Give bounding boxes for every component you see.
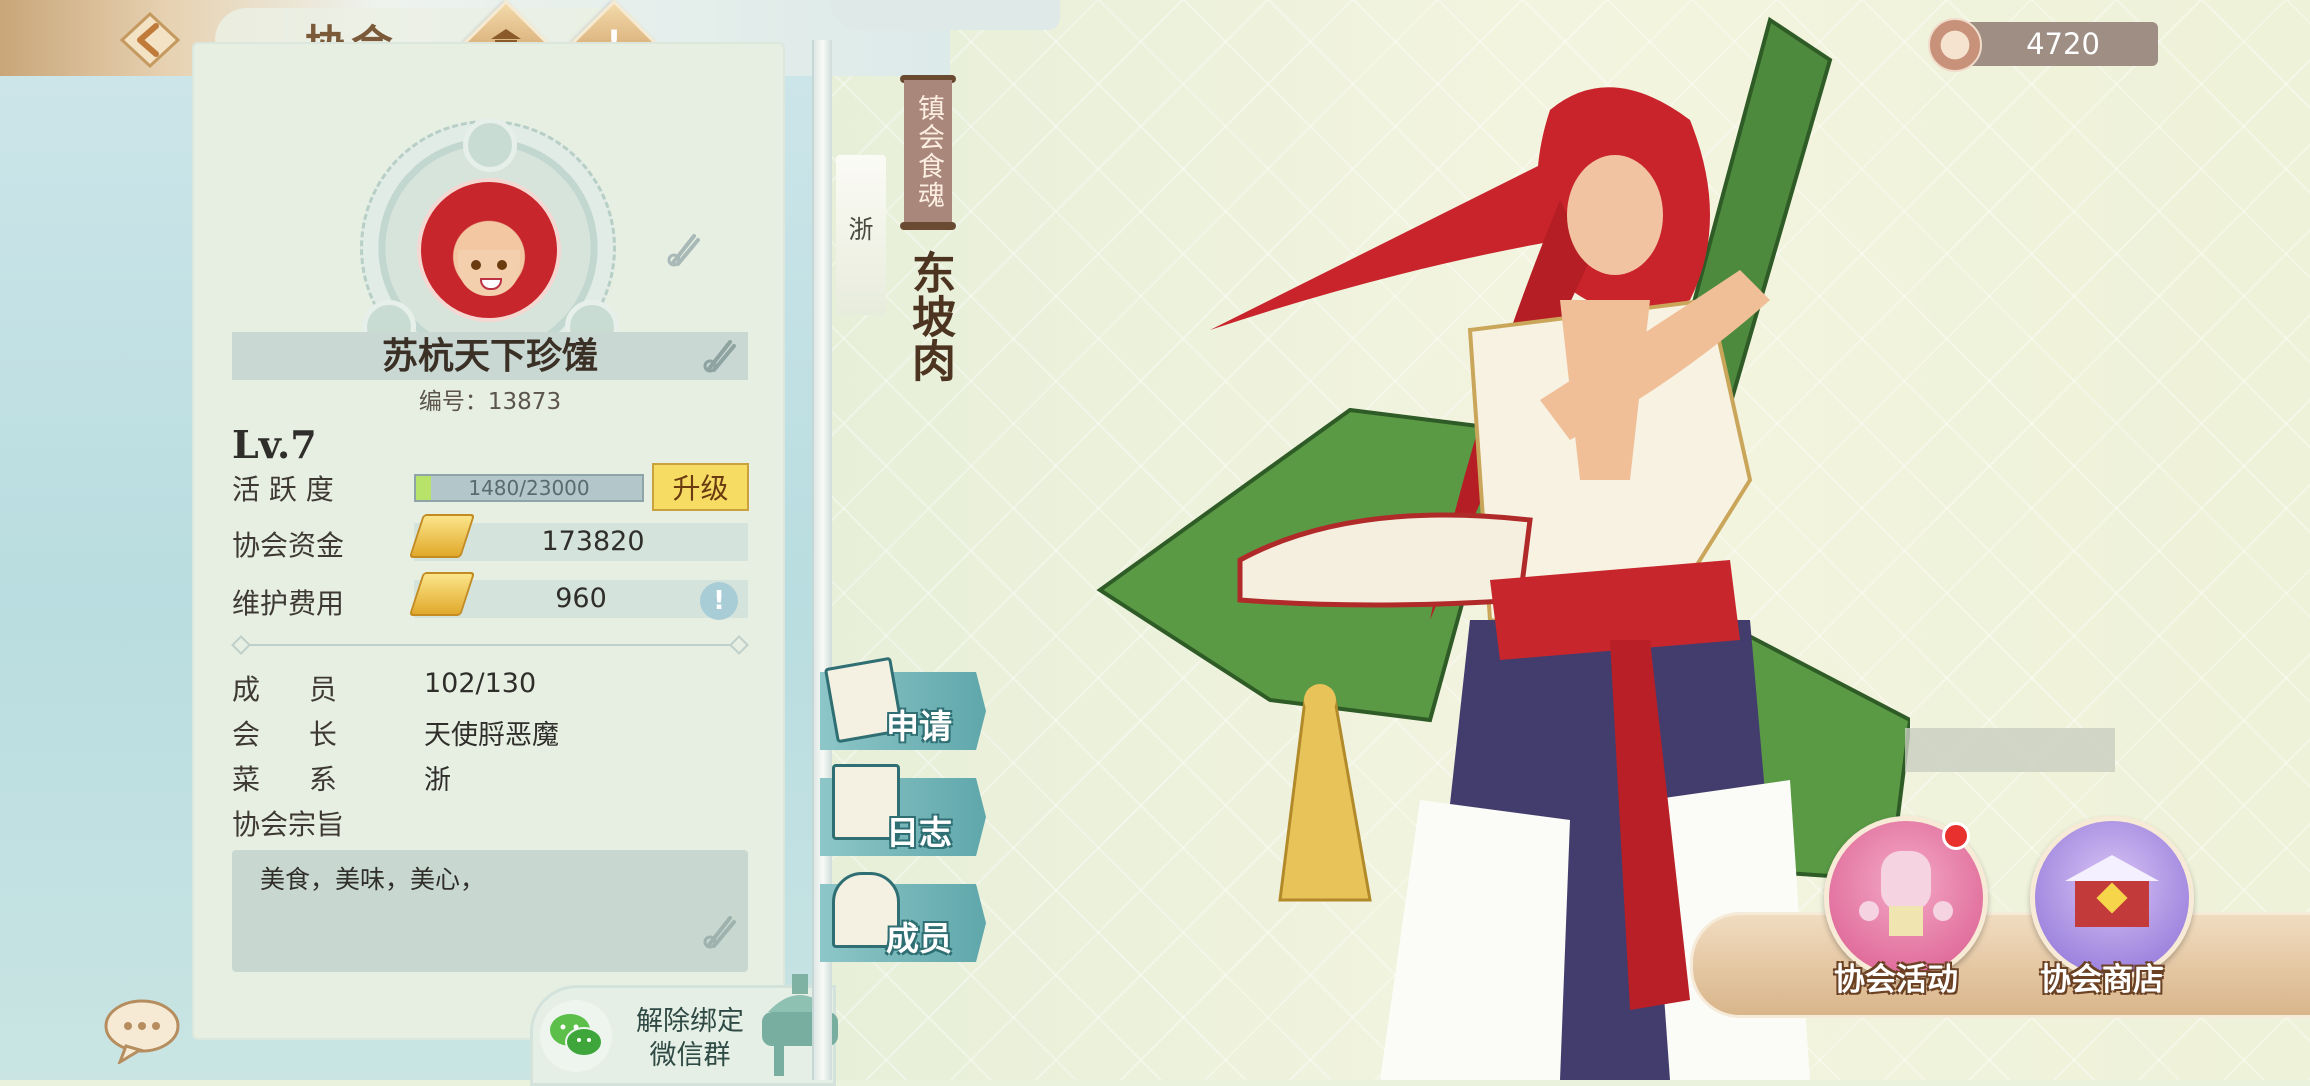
back-button[interactable]: [118, 12, 182, 68]
cuisine-label: 菜 系: [232, 763, 337, 796]
guild-shop-label: 协会商店: [2040, 962, 2164, 998]
back-arrow-icon: [120, 12, 180, 68]
incense-burner-decoration: [762, 974, 838, 1076]
guardian-soul-title: 镇会食魂: [904, 80, 952, 224]
motto-label: 协会宗旨: [232, 808, 345, 841]
edit-icon[interactable]: [700, 336, 740, 376]
motto-text: 美食，美味，美心，: [260, 865, 486, 894]
guild-avatar[interactable]: [417, 178, 561, 322]
wechat-line2: 微信群: [649, 1040, 731, 1071]
tab-apply-label: 申请: [886, 707, 952, 746]
wechat-label: 解除绑定 微信群: [615, 1005, 765, 1073]
guild-level: Lv.7: [232, 422, 317, 467]
shop-icon: [2065, 855, 2159, 927]
activity-progress: 1480/23000: [414, 474, 644, 502]
action-tray: [1690, 912, 2310, 1018]
guild-activity-label: 协会活动: [1834, 962, 1958, 998]
divider: [238, 644, 738, 646]
notification-badge: [1942, 822, 1970, 850]
edit-icon[interactable]: [700, 912, 740, 952]
tab-log-label: 日志: [886, 813, 952, 852]
coin-icon: [1928, 18, 1982, 72]
leader-value: 天使脟恶魔: [424, 720, 559, 751]
guardian-soul-name: 东坡肉: [904, 250, 955, 382]
activity-label: 活 跃 度: [232, 473, 334, 506]
currency-value: 4720: [2026, 27, 2100, 61]
frame-ornament: [463, 118, 517, 172]
guild-id: 编号：13873: [418, 389, 562, 415]
guild-name: 苏杭天下珍馐: [381, 335, 598, 377]
wechat-line1: 解除绑定: [636, 1006, 744, 1037]
tab-members-label: 成员: [886, 919, 952, 958]
cuisine-value: 浙: [424, 765, 451, 796]
activity-text: 1480/23000: [468, 476, 590, 500]
upgrade-button[interactable]: 升级: [652, 463, 749, 511]
members-label: 成 员: [232, 673, 337, 706]
faded-bar: [1905, 728, 2115, 772]
avatar-face: [458, 250, 520, 296]
members-value: 102/130: [424, 668, 537, 699]
funds-value: 173820: [541, 526, 645, 557]
upkeep-value: 960: [555, 583, 607, 614]
top-bar-curve: [830, 0, 1060, 30]
funds-label: 协会资金: [232, 529, 345, 562]
wechat-icon: [540, 1000, 612, 1072]
chat-bubble-icon[interactable]: [102, 998, 182, 1064]
scroll-rod: [900, 222, 956, 230]
edit-icon[interactable]: [664, 230, 704, 270]
info-icon[interactable]: !: [700, 582, 738, 620]
upkeep-label: 维护费用: [232, 587, 345, 620]
leader-label: 会 长: [232, 718, 337, 751]
region-tag: 浙: [836, 155, 886, 315]
